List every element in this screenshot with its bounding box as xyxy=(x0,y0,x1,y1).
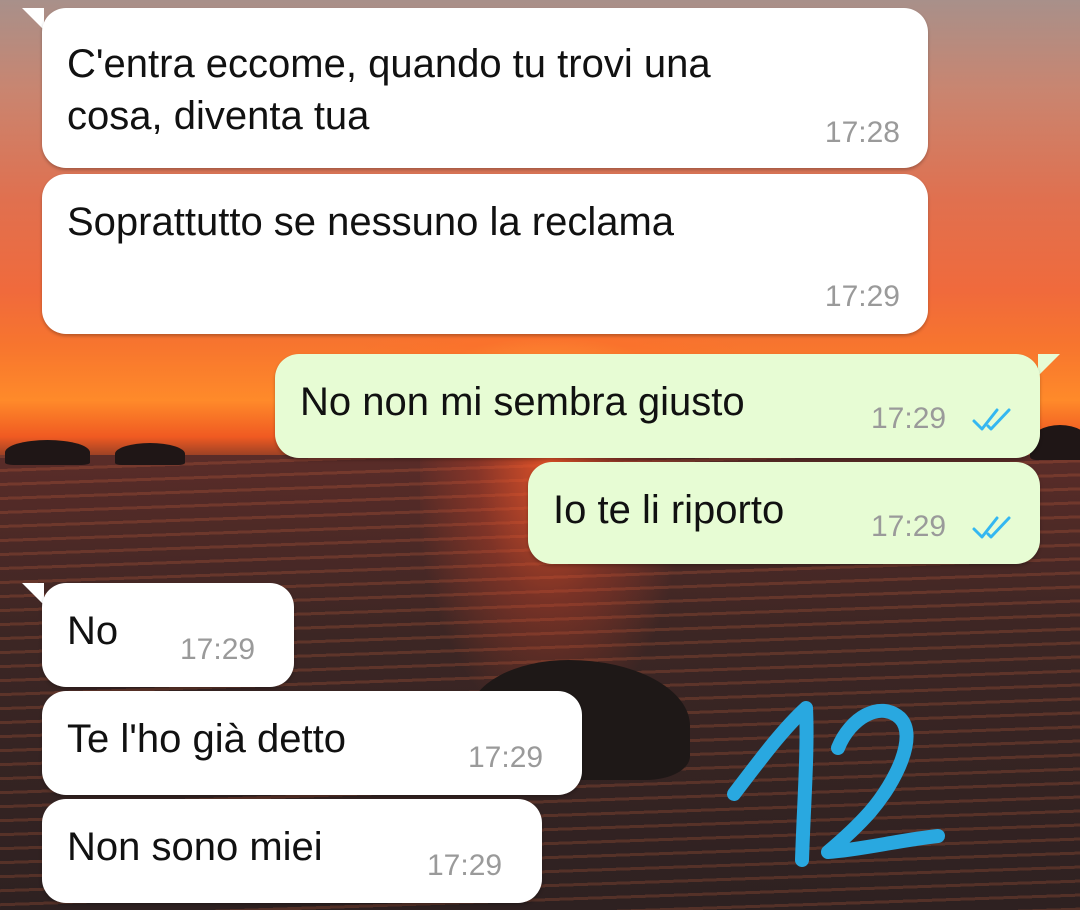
message-bubble-incoming[interactable]: Soprattutto se nessuno la reclama 17:29 xyxy=(42,174,928,334)
message-bubble-incoming[interactable]: C'entra eccome, quando tu trovi una cosa… xyxy=(42,8,928,168)
double-check-icon xyxy=(972,516,1011,539)
message-bubble-outgoing[interactable]: No non mi sembra giusto 17:29 xyxy=(275,354,1040,458)
message-text: Io te li riporto xyxy=(553,488,785,532)
double-check-icon xyxy=(972,408,1011,431)
message-bubble-incoming[interactable]: Te l'ho già detto 17:29 xyxy=(42,691,582,795)
message-timestamp: 17:29 xyxy=(824,280,900,313)
bubble-tail xyxy=(22,8,44,30)
wallpaper-rock xyxy=(115,443,185,465)
message-timestamp: 17:29 xyxy=(427,849,503,882)
message-timestamp: 17:29 xyxy=(871,510,947,543)
message-text: Te l'ho già detto xyxy=(67,717,346,761)
message-timestamp: 17:29 xyxy=(871,402,947,435)
message-timestamp: 17:29 xyxy=(468,741,544,774)
message-bubble-outgoing[interactable]: Io te li riporto 17:29 xyxy=(528,462,1040,564)
message-bubble-incoming[interactable]: Non sono miei 17:29 xyxy=(42,799,542,903)
message-text: C'entra eccome, quando tu trovi una xyxy=(67,42,711,86)
message-timestamp: 17:29 xyxy=(180,633,256,666)
message-text: cosa, diventa tua xyxy=(67,94,370,138)
wallpaper-rock xyxy=(5,440,90,465)
bubble-tail xyxy=(1038,354,1060,376)
message-text: No non mi sembra giusto xyxy=(300,380,745,424)
message-text: No xyxy=(67,609,119,653)
message-bubble-incoming[interactable]: No 17:29 xyxy=(42,583,294,687)
message-text: Soprattutto se nessuno la reclama xyxy=(67,200,675,244)
message-text: Non sono miei xyxy=(67,825,323,869)
bubble-tail xyxy=(22,583,44,605)
message-timestamp: 17:28 xyxy=(824,116,900,149)
handwritten-number-annotation xyxy=(727,701,945,867)
